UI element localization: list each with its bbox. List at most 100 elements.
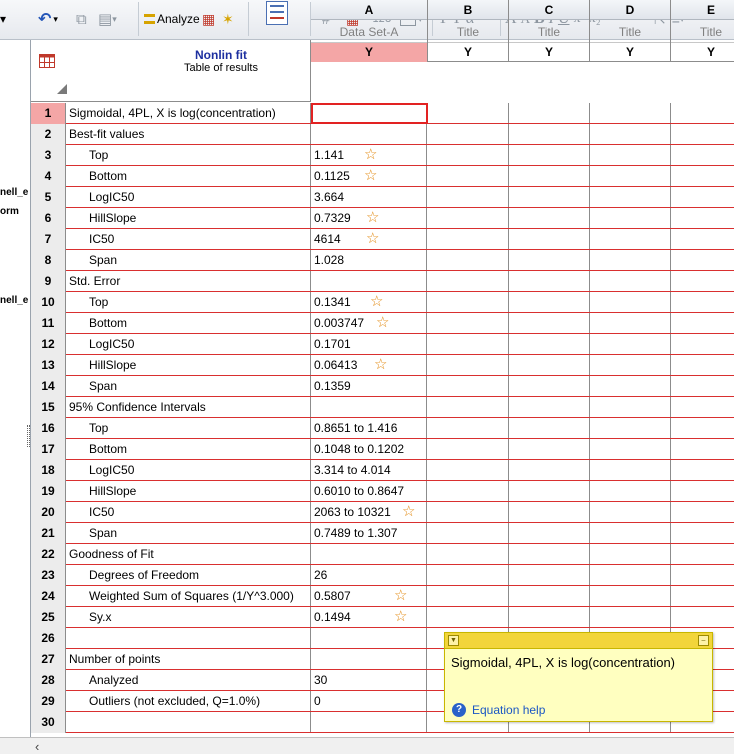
value-cell[interactable]: 0.1341 ☆: [312, 292, 427, 312]
empty-cell[interactable]: [590, 313, 671, 333]
row-label[interactable]: Span: [67, 376, 311, 396]
row-number[interactable]: 25: [31, 607, 66, 628]
empty-cell[interactable]: [428, 376, 509, 396]
empty-cell[interactable]: [509, 271, 590, 291]
empty-cell[interactable]: [590, 145, 671, 165]
empty-cell[interactable]: [671, 145, 734, 165]
value-cell[interactable]: [312, 271, 427, 291]
floating-note[interactable]: ▼ – Sigmoidal, 4PL, X is log(concentrati…: [444, 632, 713, 722]
row-number[interactable]: 19: [31, 481, 66, 502]
empty-cell[interactable]: [590, 439, 671, 459]
row-number[interactable]: 6: [31, 208, 66, 229]
empty-cell[interactable]: [509, 439, 590, 459]
row-label[interactable]: Top: [67, 292, 311, 312]
splitter-grip[interactable]: [27, 425, 30, 447]
empty-cell[interactable]: [671, 124, 734, 144]
empty-cell[interactable]: [671, 439, 734, 459]
value-cell[interactable]: 3.664: [312, 187, 427, 207]
row-label[interactable]: Sigmoidal, 4PL, X is log(concentration): [67, 103, 311, 123]
row-number[interactable]: 26: [31, 628, 66, 649]
analyze-button[interactable]: Analyze: [144, 8, 200, 30]
row-number[interactable]: 27: [31, 649, 66, 670]
empty-cell[interactable]: [428, 229, 509, 249]
empty-cell[interactable]: [428, 418, 509, 438]
empty-cell[interactable]: [590, 250, 671, 270]
value-cell[interactable]: 0.1701: [312, 334, 427, 354]
row-number[interactable]: 21: [31, 523, 66, 544]
row-label[interactable]: Span: [67, 523, 311, 543]
empty-cell[interactable]: [428, 103, 509, 123]
value-cell[interactable]: [312, 649, 427, 669]
empty-cell[interactable]: [671, 418, 734, 438]
value-cell[interactable]: 0.7329 ☆: [312, 208, 427, 228]
row-number[interactable]: 1: [31, 103, 66, 124]
note-text[interactable]: Sigmoidal, 4PL, X is log(concentration): [451, 655, 675, 670]
row-number[interactable]: 13: [31, 355, 66, 376]
row-number[interactable]: 2: [31, 124, 66, 145]
empty-cell[interactable]: [428, 124, 509, 144]
value-cell[interactable]: 26: [312, 565, 427, 585]
empty-cell[interactable]: [509, 544, 590, 564]
row-number[interactable]: 7: [31, 229, 66, 250]
empty-cell[interactable]: [590, 418, 671, 438]
empty-cell[interactable]: [590, 355, 671, 375]
value-cell[interactable]: 0.1125 ☆: [312, 166, 427, 186]
value-cell[interactable]: 0: [312, 691, 427, 711]
empty-cell[interactable]: [428, 586, 509, 606]
checklist-button[interactable]: [266, 0, 288, 26]
empty-cell[interactable]: [428, 481, 509, 501]
empty-cell[interactable]: [509, 250, 590, 270]
empty-cell[interactable]: [671, 187, 734, 207]
row-number[interactable]: 16: [31, 418, 66, 439]
empty-cell[interactable]: [428, 145, 509, 165]
row-label[interactable]: LogIC50: [67, 460, 311, 480]
empty-cell[interactable]: [671, 271, 734, 291]
value-cell[interactable]: 0.5807 ☆: [312, 586, 427, 606]
table-icon[interactable]: ▦: [202, 8, 215, 30]
row-label[interactable]: Analyzed: [67, 670, 311, 690]
row-label[interactable]: [67, 628, 311, 648]
horizontal-scrollbar[interactable]: ‹: [31, 737, 734, 754]
scroll-left-icon[interactable]: ‹: [35, 739, 39, 754]
row-number[interactable]: 22: [31, 544, 66, 565]
note-menu-icon[interactable]: ▼: [448, 635, 459, 646]
empty-cell[interactable]: [509, 187, 590, 207]
empty-cell[interactable]: [671, 544, 734, 564]
empty-cell[interactable]: [509, 334, 590, 354]
empty-cell[interactable]: [428, 292, 509, 312]
row-label[interactable]: Outliers (not excluded, Q=1.0%): [67, 691, 311, 711]
empty-cell[interactable]: [671, 376, 734, 396]
empty-cell[interactable]: [509, 523, 590, 543]
row-number[interactable]: 29: [31, 691, 66, 712]
row-number[interactable]: 17: [31, 439, 66, 460]
row-number[interactable]: 14: [31, 376, 66, 397]
row-label[interactable]: Top: [67, 145, 311, 165]
row-number[interactable]: 28: [31, 670, 66, 691]
row-number[interactable]: 4: [31, 166, 66, 187]
column-header-b[interactable]: B Title Y: [428, 0, 509, 62]
empty-cell[interactable]: [509, 460, 590, 480]
empty-cell[interactable]: [509, 481, 590, 501]
value-cell[interactable]: [312, 124, 427, 144]
row-number[interactable]: 9: [31, 271, 66, 292]
row-label[interactable]: Std. Error: [67, 271, 311, 291]
row-label[interactable]: LogIC50: [67, 334, 311, 354]
empty-cell[interactable]: [509, 103, 590, 123]
empty-cell[interactable]: [509, 376, 590, 396]
row-label[interactable]: Span: [67, 250, 311, 270]
navigator-item[interactable]: orm: [0, 206, 19, 217]
value-cell[interactable]: 0.003747 ☆: [312, 313, 427, 333]
empty-cell[interactable]: [590, 292, 671, 312]
column-header-e[interactable]: E Title Y: [671, 0, 734, 62]
note-minimize-icon[interactable]: –: [698, 635, 709, 646]
row-label[interactable]: Bottom: [67, 439, 311, 459]
empty-cell[interactable]: [509, 418, 590, 438]
empty-cell[interactable]: [428, 460, 509, 480]
empty-cell[interactable]: [428, 250, 509, 270]
empty-cell[interactable]: [428, 439, 509, 459]
empty-cell[interactable]: [509, 208, 590, 228]
empty-cell[interactable]: [428, 544, 509, 564]
empty-cell[interactable]: [428, 355, 509, 375]
empty-cell[interactable]: [671, 229, 734, 249]
row-number[interactable]: 11: [31, 313, 66, 334]
